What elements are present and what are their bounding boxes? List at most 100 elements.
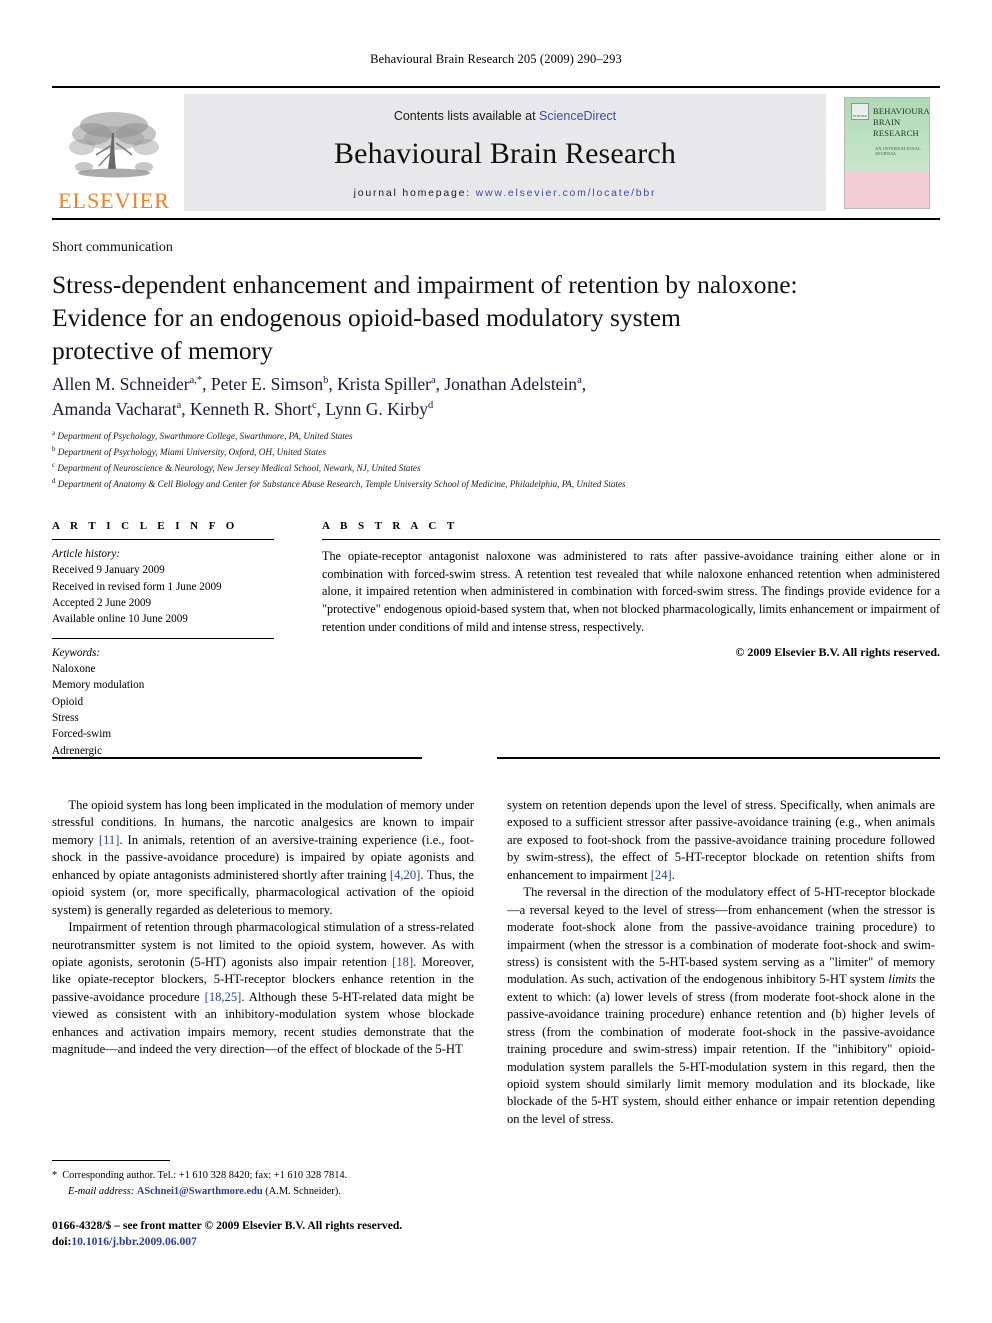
elsevier-tree-icon [69, 112, 159, 178]
author-line-1: Allen M. Schneidera,*, Peter E. Simsonb,… [52, 372, 932, 397]
author-schneider-marks: a,* [189, 375, 203, 387]
homepage-prefix: journal homepage: [353, 186, 476, 199]
corresponding-author-text: Corresponding author. Tel.: +1 610 328 8… [62, 1170, 348, 1181]
title-line-1: Stress-dependent enhancement and impairm… [52, 270, 798, 299]
author-spiller: , Krista Spiller [328, 374, 431, 394]
affiliation-text: Department of Psychology, Swarthmore Col… [57, 431, 353, 442]
journal-title: Behavioural Brain Research [333, 136, 677, 170]
author-adelstein: , Jonathan Adelstein [435, 374, 578, 394]
abstract-heading: A B S T R A C T [322, 520, 459, 532]
cover-title-line2: BRAIN [873, 116, 901, 127]
imprint-block: 0166-4328/$ – see front matter © 2009 El… [52, 1218, 512, 1251]
footnote-star-marker: * [52, 1170, 58, 1181]
citation-ref[interactable]: [11] [99, 833, 120, 847]
email-link[interactable]: ASchnei1@Swarthmore.edu [137, 1186, 263, 1197]
body-column-left: The opioid system has long been implicat… [52, 797, 474, 1059]
citation-ref[interactable]: [18,25] [205, 990, 242, 1004]
title-line-3: protective of memory [52, 336, 273, 366]
cover-title: BEHAVIOURAL BRAIN RESEARCH [873, 106, 930, 139]
journal-homepage-link[interactable]: www.elsevier.com/locate/bbr [476, 187, 657, 199]
email-attribution: (A.M. Schneider). [262, 1185, 341, 1197]
journal-banner: Contents lists available at ScienceDirec… [184, 94, 826, 211]
keywords-label: Keywords: [52, 646, 101, 659]
contents-available-line: Contents lists available at ScienceDirec… [394, 109, 616, 123]
journal-cover-thumbnail: ELSEVIER BEHAVIOURAL BRAIN RESEARCH AN I… [836, 95, 940, 211]
body-paragraph: Impairment of retention through pharmaco… [52, 919, 474, 1059]
corresponding-author-footnote: * Corresponding author. Tel.: +1 610 328 … [52, 1168, 474, 1199]
affiliation-list: a Department of Psychology, Swarthmore C… [52, 428, 932, 492]
history-item: Accepted 2 June 2009 [52, 597, 152, 610]
article-info-divider [52, 539, 274, 540]
elsevier-wordmark: ELSEVIER [58, 188, 170, 213]
affiliation-mark: c [52, 460, 56, 469]
title-line-2: Evidence for an endogenous opioid-based … [52, 303, 681, 333]
abstract-copyright: © 2009 Elsevier B.V. All rights reserved… [735, 645, 940, 660]
keyword-item: Naloxone [52, 663, 96, 676]
author-kirby-marks: d [428, 400, 434, 412]
history-item: Available online 10 June 2009 [52, 613, 188, 626]
body-paragraph: The opioid system has long been implicat… [52, 797, 474, 919]
author-short: , Kenneth R. Short [181, 398, 312, 419]
cover-elsevier-mark: ELSEVIER [851, 103, 869, 120]
affiliation-item: a Department of Psychology, Swarthmore C… [52, 428, 932, 444]
paragraph-text: . [671, 867, 675, 882]
body-paragraph: The reversal in the direction of the mod… [507, 884, 935, 1128]
body-divider-right [497, 757, 940, 759]
citation-ref[interactable]: [18] [392, 955, 413, 969]
body-paragraph: system on retention depends upon the lev… [507, 797, 935, 884]
author-vacharat: Amanda Vacharat [52, 398, 177, 419]
history-item: Received 9 January 2009 [52, 564, 165, 577]
author-schneider: Allen M. Schneider [52, 374, 190, 394]
affiliation-text: Department of Anatomy & Cell Biology and… [57, 478, 626, 489]
article-history-label: Article history: [52, 548, 121, 560]
paragraph-text: The reversal in the direction of the mod… [507, 885, 935, 987]
doi-label: doi: [52, 1235, 72, 1249]
paragraph-text: the extent to which: (a) lower levels of… [507, 972, 935, 1126]
author-simson: , Peter E. Simson [202, 374, 324, 394]
sciencedirect-link[interactable]: ScienceDirect [539, 109, 616, 123]
affiliation-item: d Department of Anatomy & Cell Biology a… [52, 476, 932, 492]
article-info-block: A R T I C L E I N F O Article history: R… [52, 520, 274, 759]
body-column-right: system on retention depends upon the lev… [507, 797, 935, 1128]
affiliation-item: b Department of Psychology, Miami Univer… [52, 444, 932, 460]
affiliation-mark: b [52, 444, 56, 453]
contents-prefix: Contents lists available at [393, 108, 540, 123]
citation-ref[interactable]: [24] [651, 868, 672, 882]
abstract-text: The opiate-receptor antagonist naloxone … [322, 549, 940, 634]
journal-homepage-line: journal homepage: www.elsevier.com/locat… [354, 187, 657, 199]
article-type: Short communication [52, 240, 173, 255]
affiliation-mark: a [52, 429, 56, 437]
email-label: E-mail address: [68, 1185, 135, 1197]
keyword-item: Forced-swim [52, 728, 112, 741]
keyword-item: Opioid [52, 695, 84, 708]
doi-line: doi:10.1016/j.bbr.2009.06.007 [52, 1234, 512, 1250]
abstract-block: A B S T R A C T The opiate-receptor anta… [322, 520, 940, 660]
paragraph-text: system on retention depends upon the lev… [507, 798, 935, 882]
footnote-line-1: * Corresponding author. Tel.: +1 610 328 … [52, 1168, 474, 1184]
cover-bottom-band [845, 170, 929, 208]
page-title: Stress-dependent enhancement and impairm… [52, 268, 932, 367]
emphasis-text: limits [888, 972, 917, 987]
author-kirby: , Lynn G. Kirby [316, 398, 428, 419]
affiliation-item: c Department of Neuroscience & Neurology… [52, 460, 932, 476]
body-divider-left [52, 757, 422, 759]
affiliation-mark: d [52, 476, 56, 485]
cover-title-line1: BEHAVIOURAL [873, 106, 930, 116]
author-list: Allen M. Schneidera,*, Peter E. Simsonb,… [52, 372, 932, 422]
affiliation-text: Department of Psychology, Miami Universi… [57, 447, 326, 458]
elsevier-logo: ELSEVIER [52, 88, 176, 218]
abstract-divider [322, 539, 940, 540]
cover-subtitle: AN INTERNATIONAL JOURNAL [875, 146, 921, 156]
author-line1-end: , [581, 374, 587, 394]
keywords-block: Keywords: Naloxone Memory modulation Opi… [52, 645, 274, 759]
article-info-heading: A R T I C L E I N F O [52, 520, 239, 532]
footnote-divider [52, 1160, 170, 1161]
journal-masthead: ELSEVIER Contents lists available at Sci… [52, 86, 940, 220]
keyword-item: Memory modulation [52, 679, 145, 692]
cover-elsevier-mark-label: ELSEVIER [853, 114, 867, 118]
keywords-divider [52, 637, 274, 639]
keyword-item: Stress [52, 712, 79, 725]
citation-ref[interactable]: [4,20] [390, 868, 420, 882]
running-head: Behavioural Brain Research 205 (2009) 29… [370, 52, 622, 66]
doi-link[interactable]: 10.1016/j.bbr.2009.06.007 [71, 1235, 197, 1248]
